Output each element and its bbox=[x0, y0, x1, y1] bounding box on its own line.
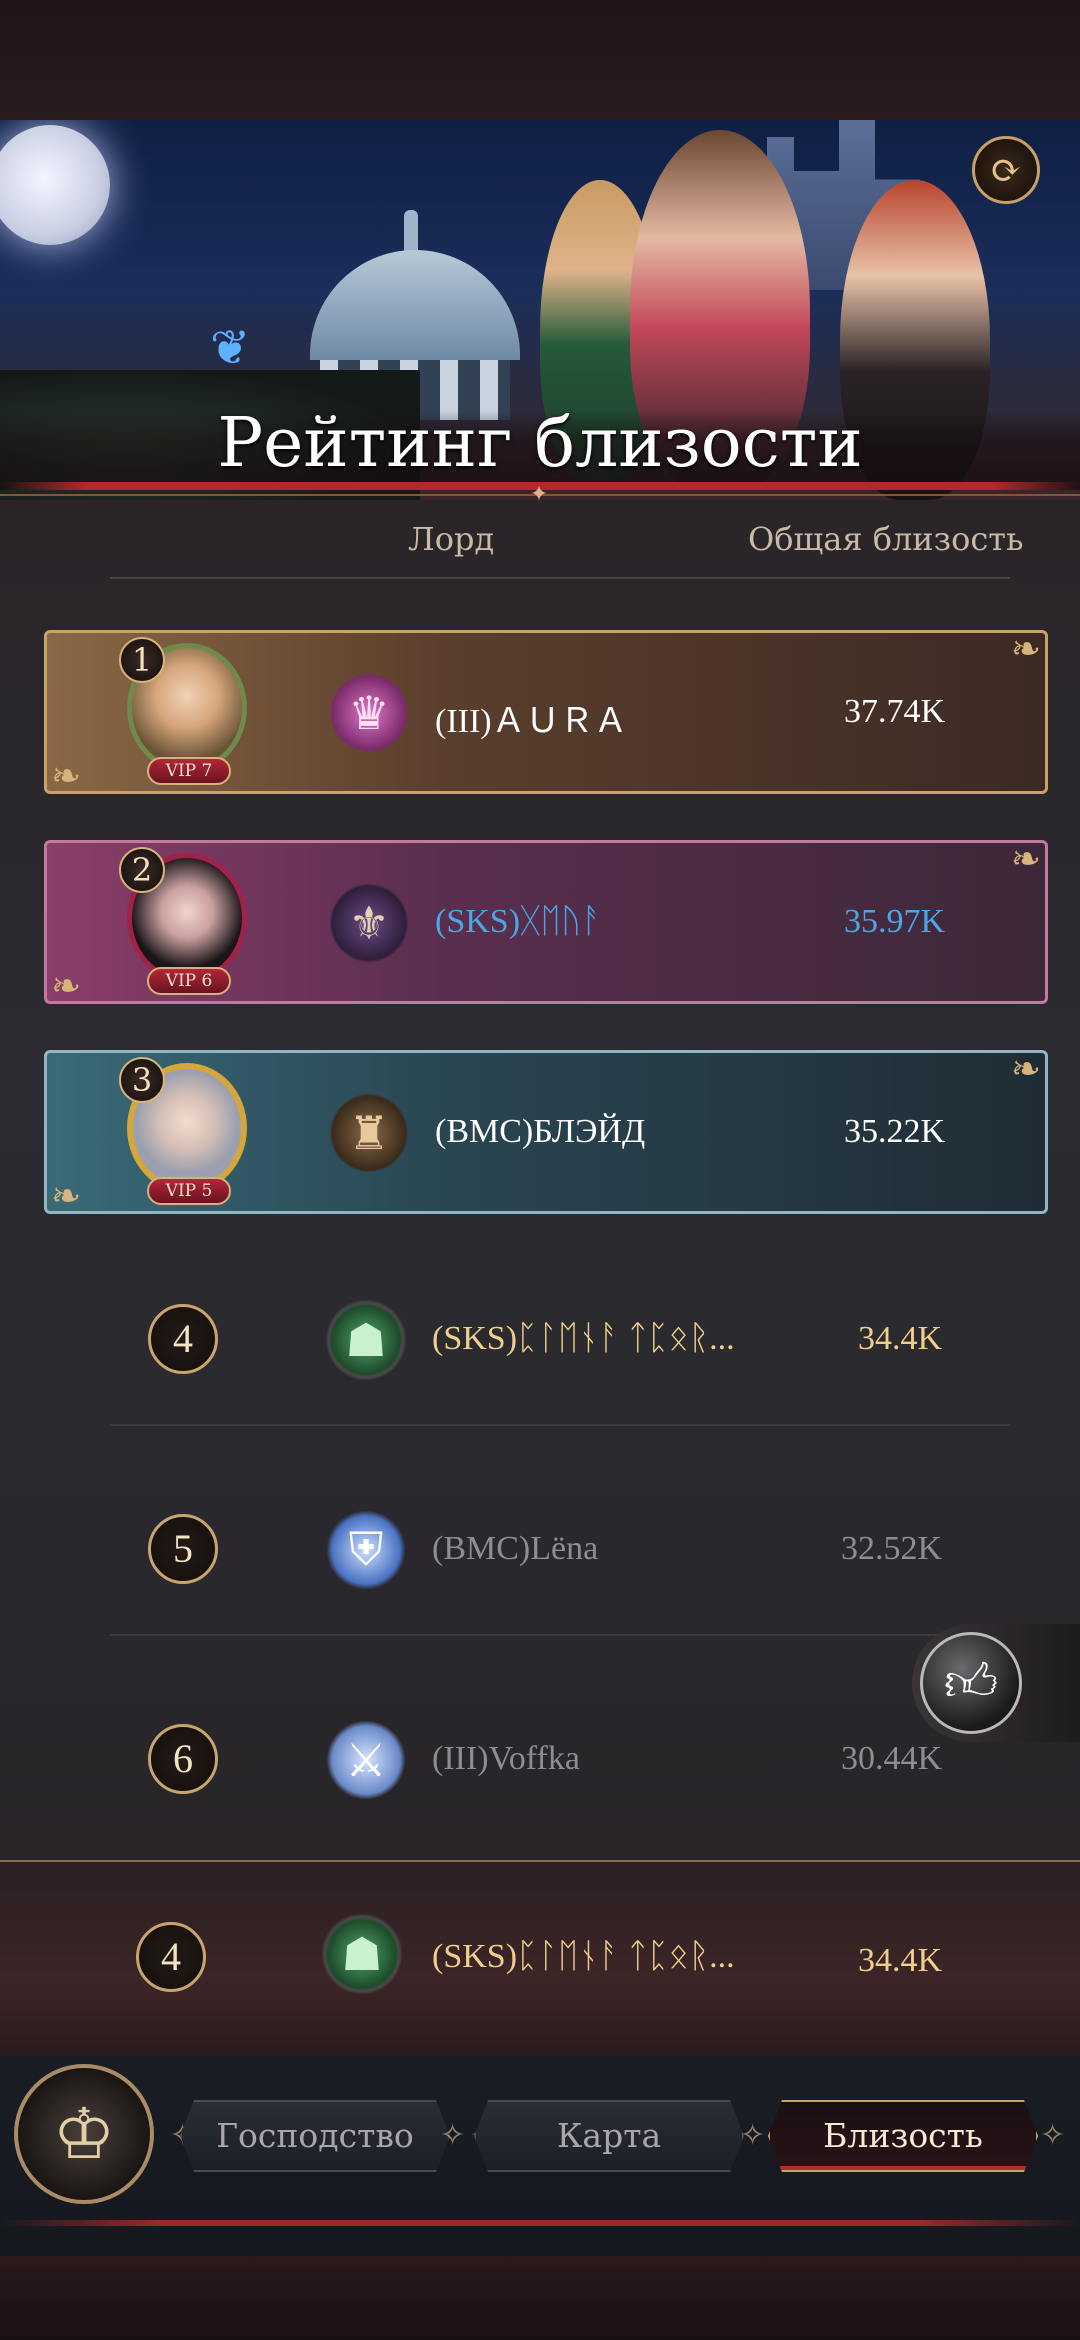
rank-medal: 3 bbox=[119, 1057, 165, 1103]
affinity-score: 37.74K bbox=[843, 693, 945, 730]
tab-ornament-icon: ✧ bbox=[440, 2118, 466, 2153]
thumbs-up-icon: 👍︎ bbox=[943, 1653, 999, 1713]
bottom-decor-strip bbox=[0, 2256, 1080, 2340]
lord-name: (SKS)ᛈᛚᛖᚾᚨ ᛏᛈᛟᚱ... bbox=[432, 1320, 735, 1357]
top-status-area bbox=[0, 0, 1080, 122]
lord-name: (BMC)БЛЭЙД bbox=[435, 1113, 646, 1150]
vip-badge: VIP 6 bbox=[147, 967, 231, 995]
my-affinity-score: 34.4K bbox=[857, 1942, 942, 1979]
corner-ornament-icon: ❧ bbox=[1010, 839, 1041, 880]
nav-accent-line bbox=[0, 2220, 1080, 2226]
rank-number: 4 bbox=[148, 1304, 218, 1374]
tab-ornament-icon: ✧ bbox=[740, 2118, 766, 2153]
corner-ornament-icon: ❧ bbox=[51, 966, 82, 1007]
my-lord-name: (SKS)ᛈᛚᛖᚾᚨ ᛏᛈᛟᚱ... bbox=[432, 1938, 735, 1975]
refresh-button[interactable]: ⟳ bbox=[972, 136, 1040, 204]
lord-name: (III)ＡＵＲＡ bbox=[435, 703, 628, 740]
rank-number: 6 bbox=[148, 1724, 218, 1794]
vip-badge: VIP 7 bbox=[147, 757, 231, 785]
column-header-lord: Лорд bbox=[408, 520, 495, 558]
butterfly-icon: ❦ bbox=[210, 320, 251, 376]
affinity-score: 30.44K bbox=[840, 1740, 942, 1777]
corner-ornament-icon: ❧ bbox=[51, 756, 82, 797]
alliance-mask-icon: ☗ bbox=[322, 1914, 402, 1994]
vip-badge: VIP 5 bbox=[147, 1177, 231, 1205]
row-divider bbox=[110, 1424, 1010, 1426]
rank-number: 5 bbox=[148, 1514, 218, 1584]
rank-medal: 2 bbox=[119, 847, 165, 893]
home-button[interactable]: ♔ bbox=[14, 2064, 154, 2204]
row-divider bbox=[110, 1634, 1010, 1636]
alliance-helm-icon: ♜ bbox=[329, 1093, 409, 1173]
alliance-knight-icon: ⛨ bbox=[326, 1510, 406, 1590]
lord-name: (SKS)ᚷᛖᚢᚨ bbox=[435, 903, 602, 940]
refresh-icon: ⟳ bbox=[990, 148, 1022, 192]
lord-name: (III)Voffka bbox=[432, 1740, 580, 1777]
corner-ornament-icon: ❧ bbox=[51, 1176, 82, 1217]
divider-ornament-icon: ✦ bbox=[529, 482, 549, 507]
affinity-score: 32.52K bbox=[840, 1530, 942, 1567]
rank-medal: 1 bbox=[119, 637, 165, 683]
ranking-row-2[interactable]: 2 VIP 6 ⚜ (SKS)ᚷᛖᚢᚨ 35.97K ❧ ❧ bbox=[44, 839, 1048, 1007]
alliance-shield-icon: ⚜ bbox=[329, 883, 409, 963]
like-panel: 👍︎ bbox=[912, 1624, 1080, 1742]
ranking-row-1[interactable]: 1 VIP 7 ♛ (III)ＡＵＲＡ 37.74K ❧ ❧ bbox=[44, 629, 1048, 797]
alliance-mask-icon: ☗ bbox=[326, 1300, 406, 1380]
my-rank-number: 4 bbox=[136, 1922, 206, 1992]
column-header-total-affinity: Общая близость bbox=[748, 520, 1024, 558]
my-rank-bar[interactable]: 4 ☗ (SKS)ᛈᛚᛖᚾᚨ ᛏᛈᛟᚱ... 34.4K bbox=[0, 1860, 1080, 2058]
lord-name: (BMC)Lëna bbox=[432, 1530, 599, 1567]
corner-ornament-icon: ❧ bbox=[1010, 1049, 1041, 1090]
page-title: Рейтинг близости bbox=[217, 404, 863, 483]
crown-emblem-icon: ♔ bbox=[52, 2093, 116, 2175]
alliance-crown-icon: ♛ bbox=[329, 673, 409, 753]
header-divider bbox=[110, 577, 1010, 579]
moon-graphic bbox=[0, 125, 110, 245]
ranking-row-3[interactable]: 3 VIP 5 ♜ (BMC)БЛЭЙД 35.22K ❧ ❧ bbox=[44, 1049, 1048, 1217]
like-button[interactable]: 👍︎ bbox=[920, 1632, 1022, 1734]
affinity-score: 35.97K bbox=[843, 903, 945, 940]
affinity-score: 35.22K bbox=[843, 1113, 945, 1150]
tab-map[interactable]: Карта bbox=[474, 2100, 744, 2172]
alliance-crossed-swords-icon: ⚔ bbox=[326, 1720, 406, 1800]
tab-ornament-icon: ✧ bbox=[1040, 2118, 1066, 2153]
tab-affinity[interactable]: Близость bbox=[768, 2100, 1038, 2172]
tab-dominion[interactable]: Господство bbox=[180, 2100, 450, 2172]
corner-ornament-icon: ❧ bbox=[1010, 629, 1041, 670]
affinity-score: 34.4K bbox=[857, 1320, 942, 1357]
